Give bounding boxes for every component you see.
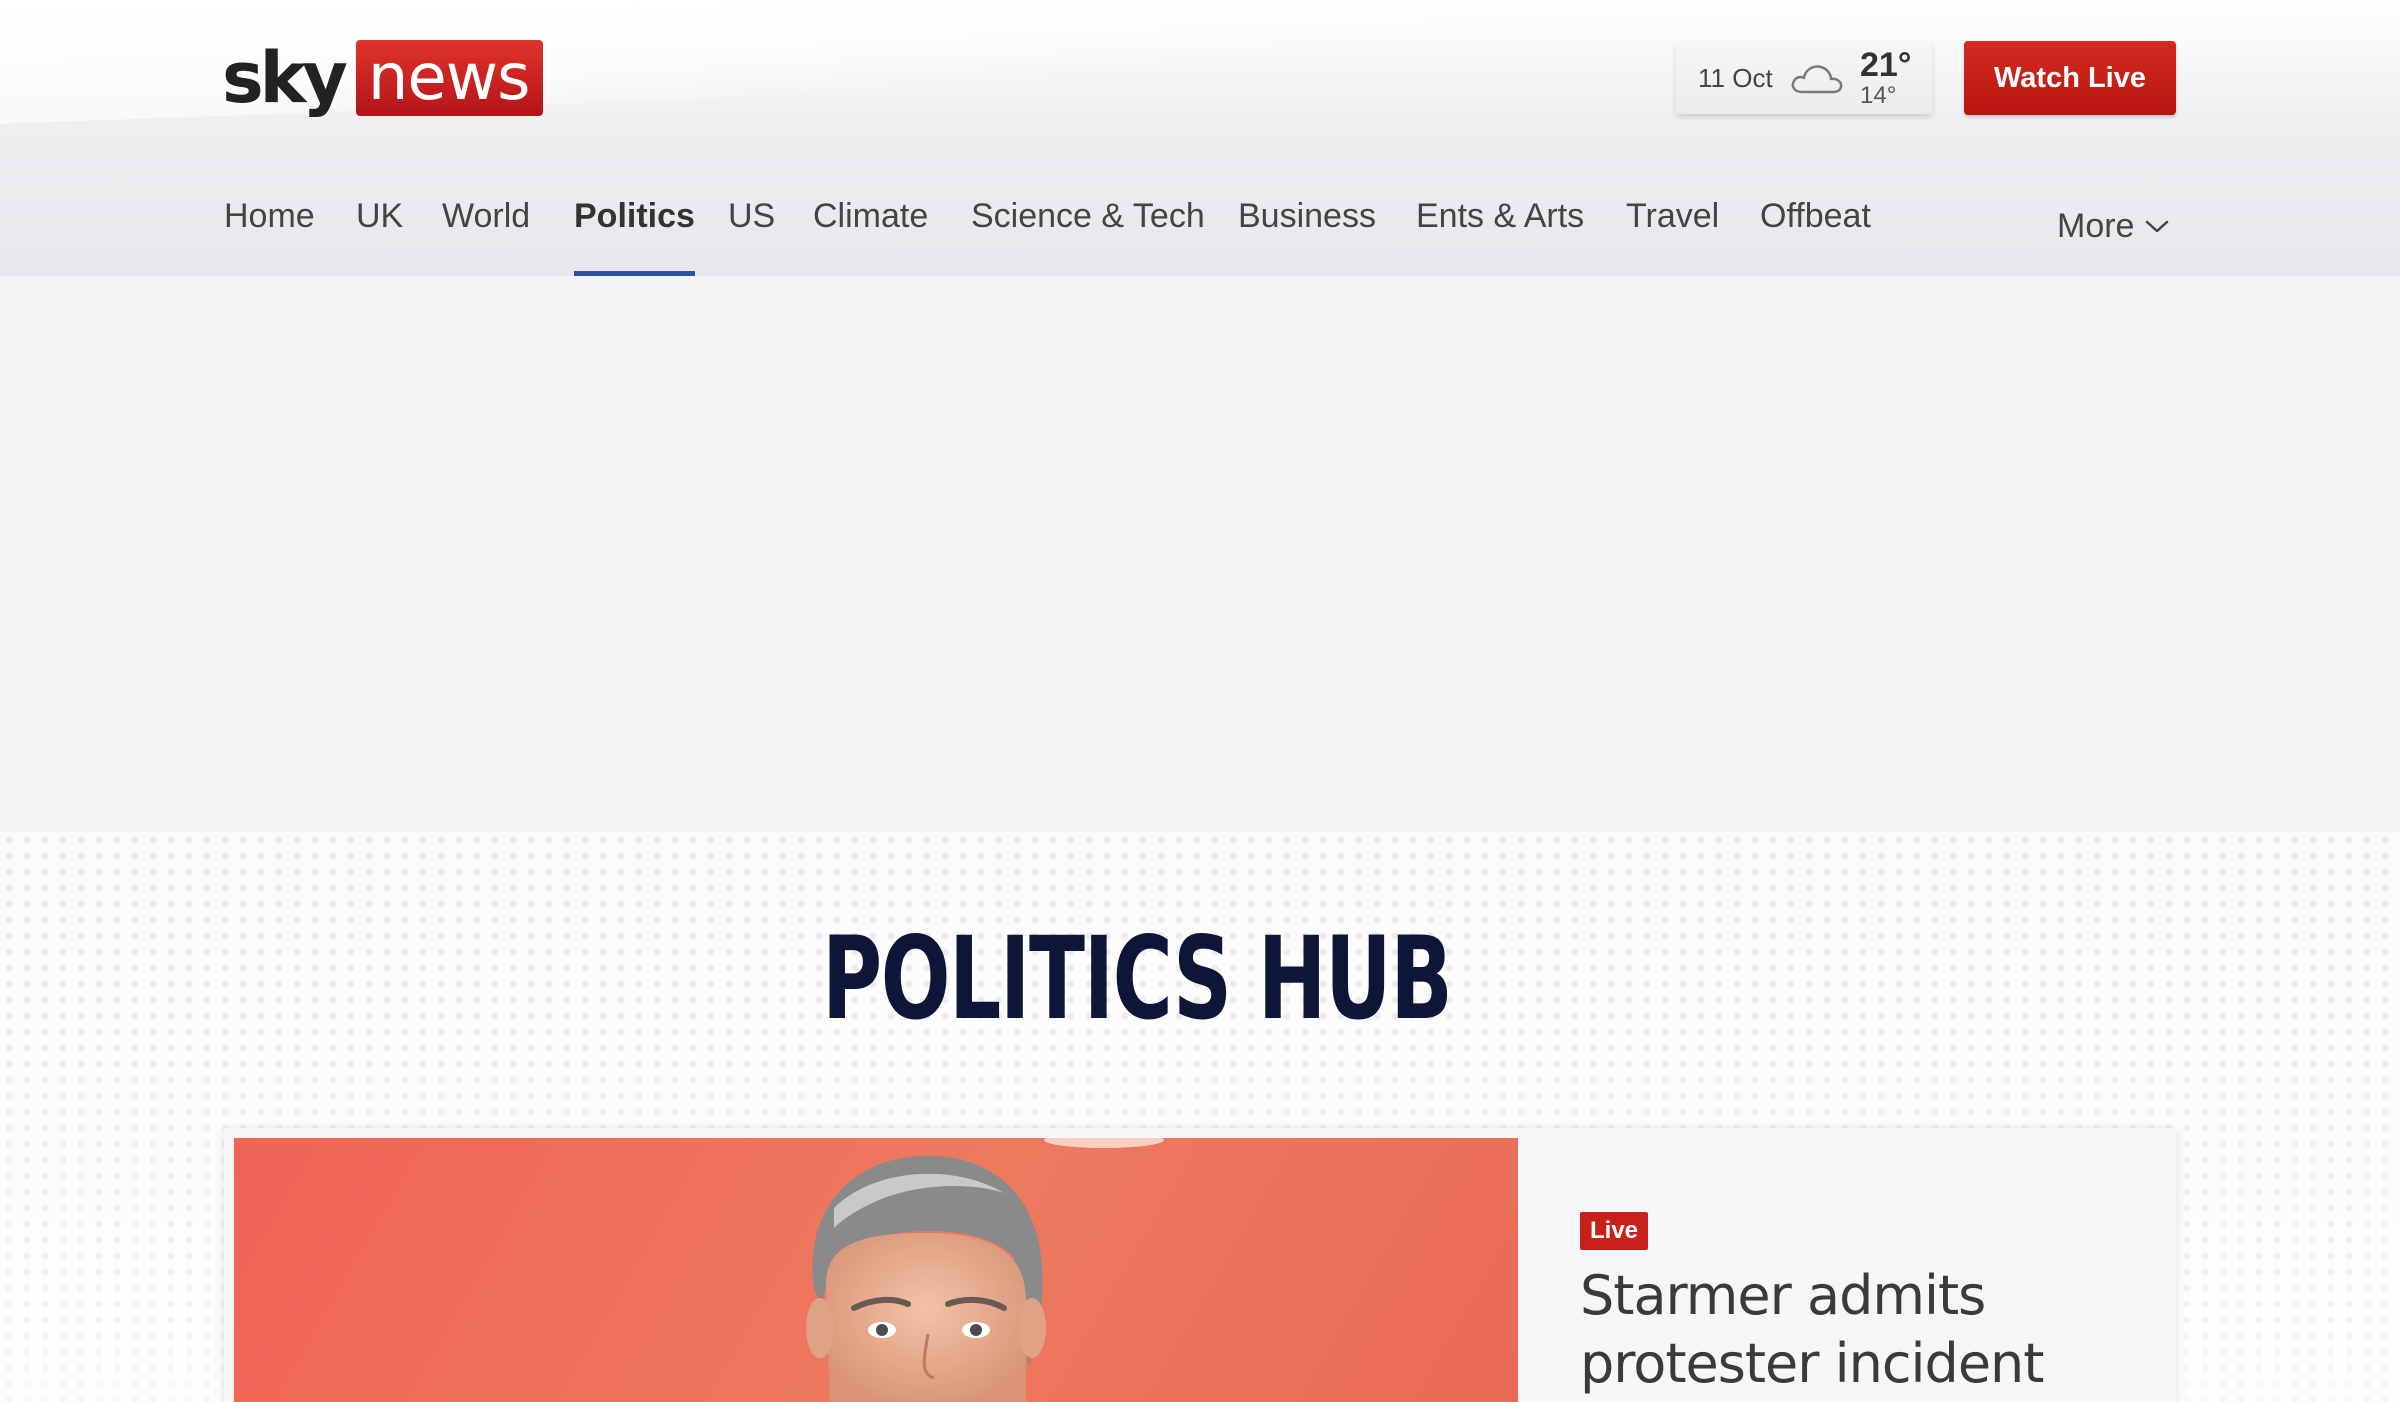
nav-item-home[interactable]: Home [224,176,315,276]
weather-widget[interactable]: 11 Oct 21° 14° [1676,42,1932,114]
site-header: sky news 11 Oct 21° 14° Watch Live Home … [0,0,2400,276]
ad-placeholder [0,276,2400,832]
nav-item-science-tech[interactable]: Science & Tech [971,176,1205,276]
temp-low: 14° [1860,82,1897,109]
weather-date: 11 Oct [1698,62,1773,93]
nav-item-business[interactable]: Business [1238,176,1376,276]
feature-story-text: Live Starmer admits protester incident [1580,1212,2160,1398]
nav-item-politics[interactable]: Politics [574,176,695,276]
feature-story-image[interactable] [234,1138,1518,1402]
nav-item-climate[interactable]: Climate [813,176,928,276]
starmer-portrait-illustration [806,1138,1164,1402]
nav-item-us[interactable]: US [728,176,775,276]
politics-hub-title: POLITICS HUB [822,911,1453,1045]
main-nav: Home UK World Politics US Climate Scienc… [0,176,2400,276]
temp-high: 21° [1860,46,1912,84]
feature-headline[interactable]: Starmer admits protester incident [1580,1262,2160,1398]
nav-item-travel[interactable]: Travel [1626,176,1719,276]
chevron-down-icon [2146,220,2169,233]
live-badge: Live [1580,1212,1649,1250]
watch-live-button[interactable]: Watch Live [1964,41,2176,115]
nav-item-world[interactable]: World [442,176,530,276]
nav-more-label: More [2057,207,2135,245]
logo-news-text: news [355,40,544,116]
politics-hub-logo[interactable]: POLITICS HUB [796,878,1656,1078]
cloud-icon [1791,65,1843,94]
logo-sky-text: sky [222,37,348,119]
nav-item-offbeat[interactable]: Offbeat [1760,176,1871,276]
feature-story-card[interactable]: Live Starmer admits protester incident [224,1128,2176,1402]
weather-temps: 21° 14° [1860,48,1911,108]
nav-item-ents-arts[interactable]: Ents & Arts [1416,176,1584,276]
nav-item-uk[interactable]: UK [356,176,403,276]
nav-more-button[interactable]: More [2057,176,2170,276]
sky-news-logo[interactable]: sky news [222,37,544,119]
